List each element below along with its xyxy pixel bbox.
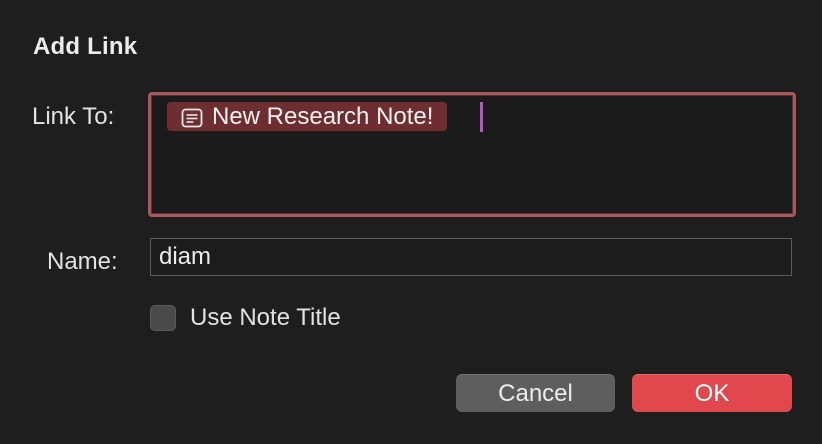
cancel-button[interactable]: Cancel	[456, 374, 615, 412]
link-token-text: New Research Note!	[212, 102, 434, 130]
link-to-token-field[interactable]: New Research Note!	[148, 92, 796, 217]
name-input[interactable]: diam	[150, 238, 792, 276]
add-link-dialog: Add Link Link To: New Research Note! Nam…	[0, 0, 822, 444]
ok-button[interactable]: OK	[632, 374, 792, 412]
use-note-title-checkbox[interactable]	[150, 305, 176, 331]
use-note-title-label[interactable]: Use Note Title	[190, 304, 341, 332]
note-icon	[181, 107, 203, 127]
text-caret	[480, 102, 483, 132]
link-token[interactable]: New Research Note!	[167, 102, 448, 131]
name-label: Name:	[47, 248, 118, 275]
dialog-title: Add Link	[33, 33, 138, 60]
link-to-label: Link To:	[32, 103, 115, 130]
